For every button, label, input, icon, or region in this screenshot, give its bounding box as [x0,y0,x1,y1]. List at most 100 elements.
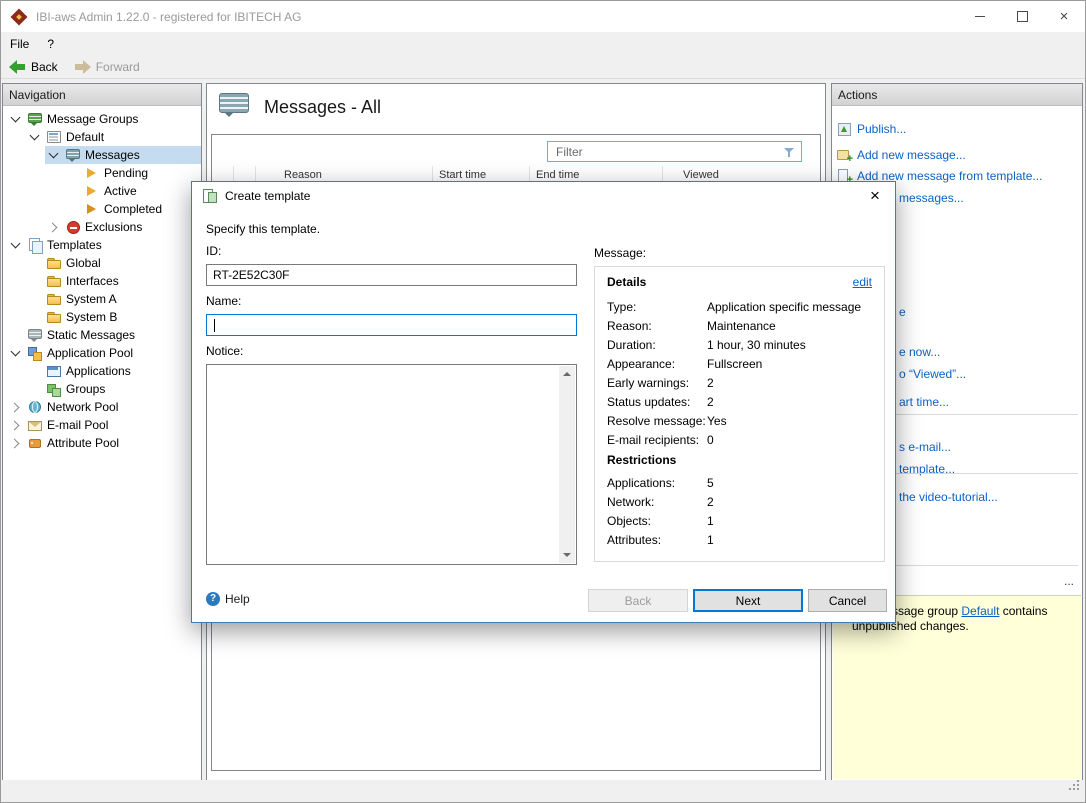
chevron-down-icon[interactable] [45,146,62,164]
title-bar[interactable]: IBI-aws Admin 1.22.0 - registered for IB… [1,1,1085,32]
notice-scrollbar[interactable] [559,366,575,563]
notice-textarea[interactable] [206,364,577,565]
summary-row-appearance: Appearance:Fullscreen [607,354,872,373]
tree-item-label: Application Pool [47,346,133,360]
tree-item-exclusions[interactable]: Exclusions [3,218,201,236]
forward-button[interactable]: Forward [66,55,148,78]
tree-item-completed[interactable]: Completed [3,200,201,218]
application-pool-icon [28,346,43,361]
tree-item-static-messages[interactable]: Static Messages [3,326,201,344]
summary-label: Network: [607,495,707,509]
tree-item-groups[interactable]: Groups [3,380,201,398]
action-add-new-message[interactable]: Add new message... [832,145,1082,165]
tree-item-label: Applications [66,364,131,378]
back-label: Back [31,60,58,74]
navigation-header: Navigation [3,84,201,106]
summary-value: 1 hour, 30 minutes [707,338,872,352]
id-input[interactable]: RT-2E52C30F [206,264,577,286]
chevron-down-icon[interactable] [7,344,24,362]
chevron-right-icon[interactable] [45,218,62,236]
tree-item-e-mail-pool[interactable]: E-mail Pool [3,416,201,434]
summary-label: E-mail recipients: [607,433,707,447]
tree-item-attribute-pool[interactable]: Attribute Pool [3,434,201,452]
dialog-close-icon[interactable]: × [860,185,890,207]
template-icon [202,188,218,204]
filter-placeholder: Filter [548,145,783,159]
summary-value: 1 [707,533,872,547]
tree-item-active[interactable]: Active [3,182,201,200]
chevron-right-icon[interactable] [7,416,24,434]
help-link[interactable]: Help [206,592,250,606]
tree-item-applications[interactable]: Applications [3,362,201,380]
name-input[interactable] [206,314,577,336]
action-label: o “Viewed”... [899,367,966,381]
dialog-title: Create template [225,189,310,203]
network-pool-icon [28,400,43,415]
action-label: s e-mail... [899,440,951,454]
default-group-link[interactable]: Default [961,604,999,618]
tree-item-label: Templates [47,238,102,252]
back-button[interactable]: Back [1,55,66,78]
tree-item-label: Exclusions [85,220,142,234]
folder-icon [47,256,62,271]
scrollbar-up-icon[interactable] [559,366,575,382]
tree-item-default[interactable]: Default [3,128,201,146]
tree-item-label: Active [104,184,137,198]
tree-item-label: E-mail Pool [47,418,108,432]
menu-file[interactable]: File [1,32,38,55]
chevron-spacer [26,272,43,290]
folder-icon [47,274,62,289]
tree-item-network-pool[interactable]: Network Pool [3,398,201,416]
summary-row-objects: Objects:1 [607,511,872,530]
close-button[interactable]: × [1043,1,1085,32]
summary-value: 2 [707,395,872,409]
tree-item-system-b[interactable]: System B [3,308,201,326]
menu-help[interactable]: ? [38,32,63,55]
action-publish[interactable]: Publish... [832,119,1082,139]
filter-input[interactable]: Filter [547,141,802,162]
dialog-title-bar[interactable]: Create template × [192,182,895,210]
chevron-down-icon[interactable] [7,110,24,128]
scrollbar-down-icon[interactable] [559,547,575,563]
tree-item-label: Pending [104,166,148,180]
tree-item-interfaces[interactable]: Interfaces [3,272,201,290]
chevron-down-icon[interactable] [26,128,43,146]
minimize-button[interactable] [959,1,1001,32]
edit-link[interactable]: edit [853,275,872,289]
publish-icon [837,122,852,137]
tree-item-label: Completed [104,202,162,216]
forward-label: Forward [96,60,140,74]
chevron-right-icon[interactable] [7,434,24,452]
completed-icon [85,202,100,217]
email-pool-icon [28,418,43,433]
action-label: e [899,305,906,319]
toolbar: Back Forward [1,55,1085,79]
tree-item-label: Interfaces [66,274,119,288]
notice-label: Notice: [206,344,243,358]
tree-item-system-a[interactable]: System A [3,290,201,308]
tree-item-templates[interactable]: Templates [3,236,201,254]
chevron-spacer [26,308,43,326]
tree-item-global[interactable]: Global [3,254,201,272]
dialog-cancel-button[interactable]: Cancel [808,589,887,612]
maximize-button[interactable] [1001,1,1043,32]
summary-row-attributes: Attributes:1 [607,530,872,549]
chevron-right-icon[interactable] [7,398,24,416]
dialog-next-button[interactable]: Next [693,589,803,612]
tree-item-pending[interactable]: Pending [3,164,201,182]
tree-item-label: System A [66,292,117,306]
action-more[interactable]: ... [1064,571,1074,591]
resize-grip[interactable] [1069,788,1071,790]
action-label: messages... [899,191,964,205]
action-label: Publish... [857,122,906,136]
help-label: Help [225,592,250,606]
chevron-down-icon[interactable] [7,236,24,254]
tree-item-application-pool[interactable]: Application Pool [3,344,201,362]
summary-label: Type: [607,300,707,314]
dialog-back-button[interactable]: Back [588,589,688,612]
tree-item-messages[interactable]: Messages [3,146,201,164]
restrictions-rows: Applications:5Network:2Objects:1Attribut… [607,473,872,549]
actions-header: Actions [832,84,1082,106]
tree-item-message-groups[interactable]: Message Groups [3,110,201,128]
filter-funnel-icon[interactable] [783,145,797,159]
